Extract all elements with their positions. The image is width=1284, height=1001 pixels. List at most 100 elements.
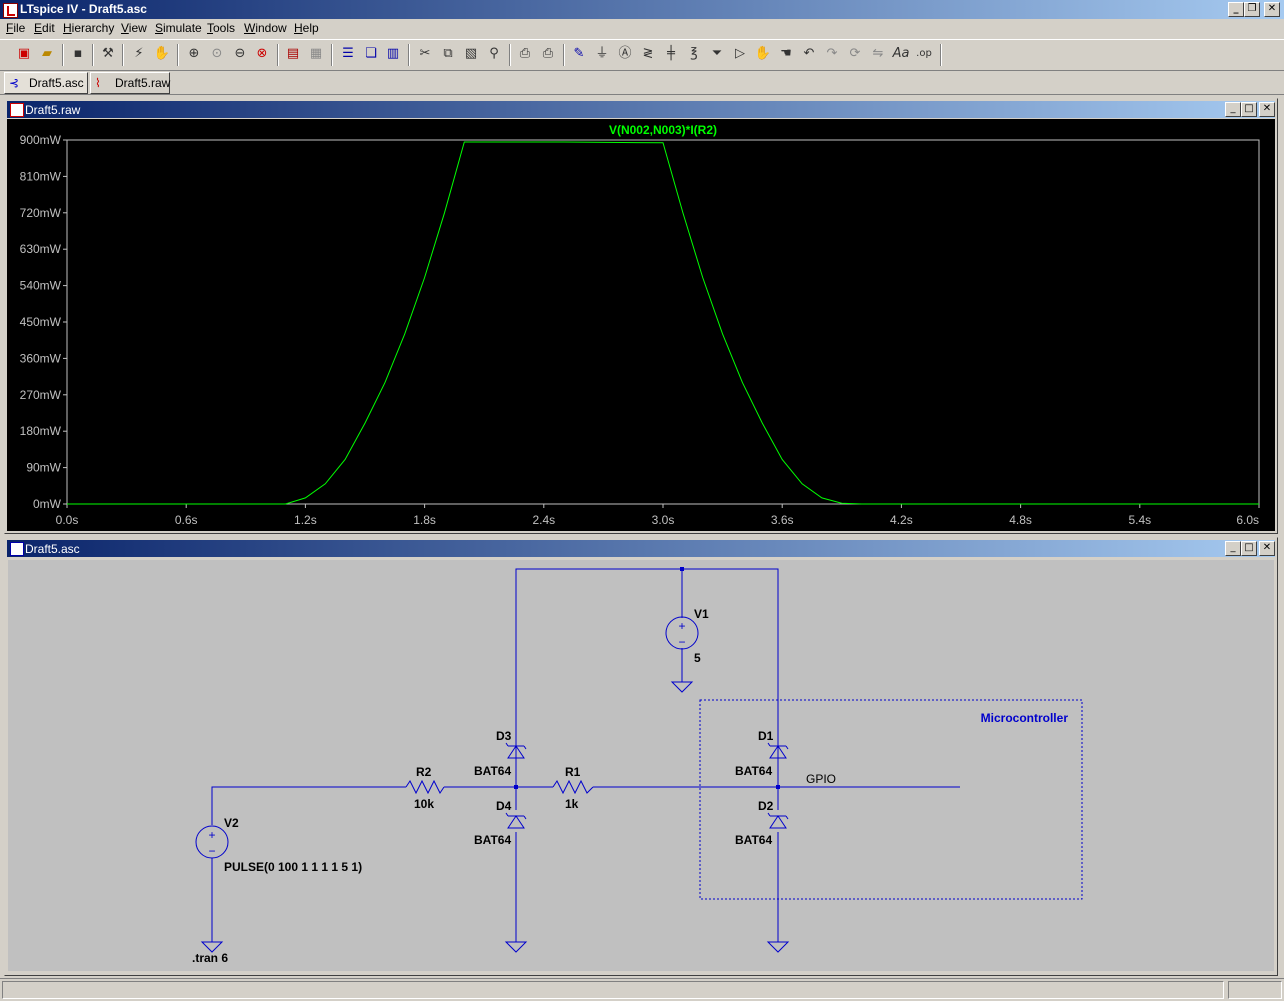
zoom-in-icon[interactable]: ⊕ [184,44,204,64]
new-schematic-icon[interactable]: ▣ [14,44,34,64]
v2-value-label: PULSE(0 100 1 1 1 1 5 1) [224,860,362,874]
waveform-minimize-button[interactable]: _ [1225,102,1241,117]
toolbar-separator [408,44,410,66]
y-tick-label: 450mW [20,315,62,329]
toolbar-separator [509,44,511,66]
mirror-icon[interactable]: ⇋ [868,44,888,64]
y-tick-label: 720mW [20,206,62,220]
spice-directive-icon[interactable]: .op [914,44,934,64]
svg-text:−: − [208,844,215,858]
print-setup-icon[interactable]: ⎙ [515,44,535,64]
save-icon[interactable]: ▪ [68,44,88,64]
tile-vertical-icon[interactable]: ▥ [383,44,403,64]
d1-value-label: BAT64 [735,764,772,778]
menu-tools[interactable]: Tools [207,21,235,35]
cascade-icon[interactable]: ❏ [361,44,381,64]
control-panel-icon[interactable]: ⚒ [98,44,118,64]
find-icon[interactable]: ⚲ [484,44,504,64]
x-tick-label: 4.2s [890,513,913,527]
component-icon[interactable]: ▷ [730,44,750,64]
run-icon[interactable]: ⚡ [129,44,149,64]
y-tick-label: 540mW [20,279,62,293]
schematic-background [8,560,1274,971]
status-cell [1228,981,1282,999]
schematic-maximize-button[interactable]: □ [1241,541,1257,556]
schematic-canvas[interactable]: + − + − V1 5 V2 PULSE(0 100 1 1 1 1 5 1)… [8,560,1274,971]
autorange-icon[interactable]: ▤ [283,44,303,64]
print-icon[interactable]: ⎙ [538,44,558,64]
halt-icon[interactable]: ✋ [152,44,172,64]
x-tick-label: 4.8s [1009,513,1032,527]
x-tick-label: 3.6s [771,513,794,527]
grid-icon[interactable]: ▦ [306,44,326,64]
minimize-button[interactable]: _ [1228,2,1244,17]
schematic-window: Draft5.asc _ □ ✕ + − + − V1 5 V2 PULSE(0… [4,537,1278,976]
toolbar-separator [940,44,942,66]
schematic-minimize-button[interactable]: _ [1225,541,1241,556]
x-tick-label: 1.8s [413,513,436,527]
menu-simulate[interactable]: Simulate [155,21,202,35]
open-icon[interactable]: ▰ [37,44,57,64]
waveform-maximize-button[interactable]: □ [1241,102,1257,117]
d4-value-label: BAT64 [474,833,511,847]
schematic-icon [10,542,24,556]
gpio-net-label[interactable]: GPIO [806,772,836,786]
paste-icon[interactable]: ▧ [461,44,481,64]
undo-icon[interactable]: ↶ [799,44,819,64]
rotate-icon[interactable]: ⟳ [845,44,865,64]
x-tick-label: 0.6s [175,513,198,527]
ground-icon[interactable]: ⏚ [592,44,612,64]
x-tick-label: 5.4s [1128,513,1151,527]
schematic-window-title-bar: Draft5.asc _ □ ✕ [7,540,1275,557]
menu-window[interactable]: Window [244,21,287,35]
waveform-window-title-bar: Draft5.raw _ □ ✕ [7,101,1275,118]
schematic-window-title: Draft5.asc [25,542,80,556]
schematic-icon: ⊰ [9,76,20,90]
tran-directive[interactable]: .tran 6 [192,951,228,965]
schematic-close-button[interactable]: ✕ [1259,541,1275,556]
drag-icon[interactable]: ☚ [776,44,796,64]
zoom-out-icon[interactable]: ⊖ [230,44,250,64]
y-tick-label: 360mW [20,351,62,365]
restore-button[interactable]: ❐ [1244,2,1260,17]
menu-file[interactable]: File [6,21,25,35]
label-net-icon[interactable]: Ⓐ [615,44,635,64]
menu-edit[interactable]: Edit [34,21,55,35]
tab-draft5-raw[interactable]: ⌇ Draft5.raw [90,72,170,94]
v1-value-label: 5 [694,651,701,665]
text-icon[interactable]: Aa [891,44,911,64]
cut-icon[interactable]: ✂ [415,44,435,64]
toolbar-separator [62,44,64,66]
zoom-pan-icon[interactable]: ⊙ [207,44,227,64]
menu-help[interactable]: Help [294,21,319,35]
waveform-icon: ⌇ [95,76,101,90]
redo-icon[interactable]: ↷ [822,44,842,64]
menu-bar: File Edit Hierarchy View Simulate Tools … [0,19,1284,39]
microcontroller-label[interactable]: Microcontroller [981,711,1069,725]
y-tick-label: 180mW [20,424,62,438]
inductor-icon[interactable]: ℥ [684,44,704,64]
d4-name-label: D4 [496,799,512,813]
zoom-cancel-icon[interactable]: ⊗ [252,44,272,64]
svg-text:+: + [678,619,685,633]
capacitor-icon[interactable]: ╪ [661,44,681,64]
copy-icon[interactable]: ⧉ [438,44,458,64]
toolbar-separator [563,44,565,66]
tab-draft5-asc[interactable]: ⊰ Draft5.asc [4,72,88,94]
diode-icon[interactable]: ⏷ [707,44,727,64]
close-button[interactable]: ✕ [1264,2,1280,17]
waveform-close-button[interactable]: ✕ [1259,102,1275,117]
d2-name-label: D2 [758,799,774,813]
status-bar [0,978,1284,1001]
menu-view[interactable]: View [121,21,147,35]
d3-name-label: D3 [496,729,512,743]
trace-label[interactable]: V(N002,N003)*I(R2) [609,123,717,137]
waveform-plot[interactable]: V(N002,N003)*I(R2) 900mW 810mW 720mW 630mW 5… [7,119,1275,531]
resistor-icon[interactable]: ≷ [638,44,658,64]
tile-horizontal-icon[interactable]: ☰ [338,44,358,64]
toolbar-separator [122,44,124,66]
ltspice-app-icon [3,3,18,18]
draw-wire-icon[interactable]: ✎ [569,44,589,64]
menu-hierarchy[interactable]: Hierarchy [63,21,114,35]
move-icon[interactable]: ✋ [753,44,773,64]
